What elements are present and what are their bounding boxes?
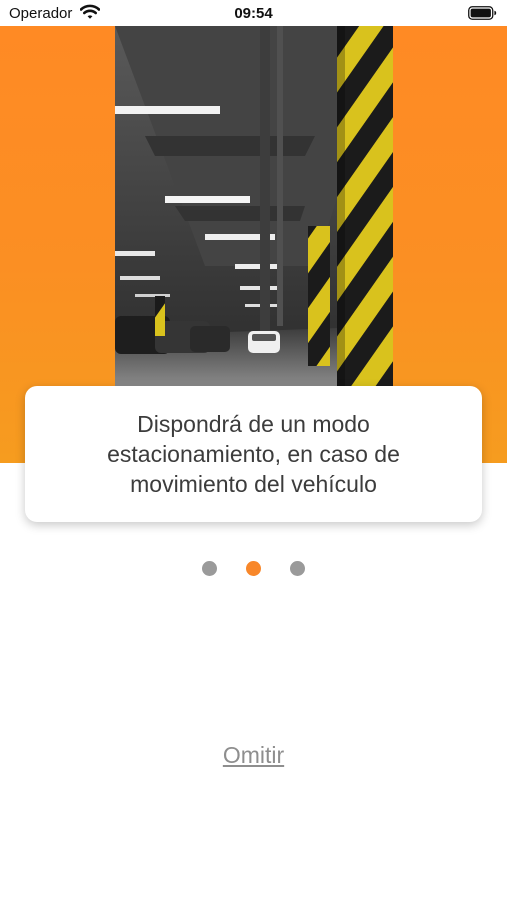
onboarding-message: Dispondrá de un modo estacionamiento, en… — [107, 411, 400, 497]
status-bar: Operador 09:54 — [0, 0, 507, 26]
page-dot-3[interactable] — [290, 561, 305, 576]
battery-icon — [468, 6, 497, 25]
page-dot-1[interactable] — [202, 561, 217, 576]
skip-container: Omitir — [0, 742, 507, 769]
page-indicator — [0, 561, 507, 577]
onboarding-card: Dispondrá de un modo estacionamiento, en… — [25, 386, 482, 522]
clock-time: 09:54 — [234, 5, 273, 22]
page-dot-2-active[interactable] — [246, 561, 261, 576]
skip-link[interactable]: Omitir — [223, 742, 284, 768]
parking-garage-photo — [115, 26, 393, 386]
